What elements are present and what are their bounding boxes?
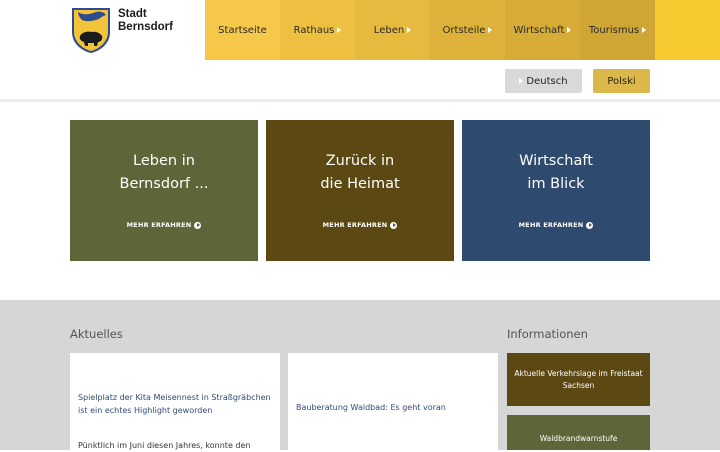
logo-line-2: Bernsdorf [118, 21, 173, 33]
news-card[interactable]: Bauberatung Waldbad: Es geht voran [288, 353, 498, 450]
tile-wirtschaft-im-blick[interactable]: Wirtschaft im Blick MEHR ERFAHREN [462, 120, 650, 261]
nav-item-rathaus[interactable]: Rathaus [280, 0, 355, 60]
site-logo-text: Stadt Bernsdorf [118, 8, 173, 34]
news-card-text: Pünktlich im Juni diesen Jahres, konnte … [78, 441, 251, 450]
tile-title: Leben in Bernsdorf ... [70, 150, 258, 196]
news-card[interactable]: Spielplatz der Kita Meisennest in Straßg… [70, 353, 280, 450]
tile-more-link[interactable]: MEHR ERFAHREN [266, 221, 454, 229]
nav-item-label: Startseite [218, 24, 267, 36]
language-label: Deutsch [526, 75, 568, 87]
tile-title-line-1: Zurück in [325, 153, 395, 169]
site-header: Stadt Bernsdorf Startseite Rathaus Leben… [0, 0, 720, 60]
arrow-circle-icon [194, 221, 202, 229]
nav-item-wirtschaft[interactable]: Wirtschaft [505, 0, 580, 60]
caret-right-icon [337, 27, 342, 33]
caret-right-icon [567, 27, 572, 33]
tile-leben-in-bernsdorf[interactable]: Leben in Bernsdorf ... MEHR ERFAHREN [70, 120, 258, 261]
nav-item-label: Wirtschaft [513, 24, 565, 36]
caret-right-icon [407, 27, 412, 33]
nav-item-tourismus[interactable]: Tourismus [580, 0, 655, 60]
info-link-waldbrandwarnstufe[interactable]: Waldbrandwarnstufe [507, 415, 650, 450]
language-label: Polski [607, 75, 636, 87]
tile-title-line-2: Bernsdorf ... [119, 176, 209, 192]
site-logo[interactable]: Stadt Bernsdorf [70, 6, 173, 54]
tile-more-label: MEHR ERFAHREN [518, 221, 584, 229]
nav-item-ortsteile[interactable]: Ortsteile [430, 0, 505, 60]
tile-more-label: MEHR ERFAHREN [322, 221, 388, 229]
nav-item-startseite[interactable]: Startseite [205, 0, 280, 60]
coat-of-arms-icon [72, 8, 110, 53]
language-button-polski[interactable]: Polski [593, 69, 650, 93]
info-link-label: Aktuelle Verkehrslage im Freistaat Sachs… [514, 368, 643, 390]
nav-item-label: Ortsteile [442, 24, 486, 36]
tile-more-link[interactable]: MEHR ERFAHREN [462, 221, 650, 229]
tile-more-link[interactable]: MEHR ERFAHREN [70, 221, 258, 229]
tile-title-line-1: Leben in [133, 153, 195, 169]
caret-right-icon [488, 27, 493, 33]
tile-title: Wirtschaft im Blick [462, 150, 650, 196]
tile-title-line-1: Wirtschaft [519, 153, 593, 169]
news-card-title[interactable]: Bauberatung Waldbad: Es geht voran [296, 401, 490, 414]
feature-tiles: Leben in Bernsdorf ... MEHR ERFAHREN Zur… [70, 120, 650, 261]
nav-item-label: Leben [373, 24, 405, 36]
tile-more-label: MEHR ERFAHREN [126, 221, 192, 229]
nav-item-label: Tourismus [588, 24, 640, 36]
info-link-verkehrslage[interactable]: Aktuelle Verkehrslage im Freistaat Sachs… [507, 353, 650, 406]
nav-filler [655, 0, 720, 60]
tile-zurueck-in-die-heimat[interactable]: Zurück in die Heimat MEHR ERFAHREN [266, 120, 454, 261]
nav-item-label: Rathaus [293, 24, 335, 36]
nav-item-leben[interactable]: Leben [355, 0, 430, 60]
tile-title-line-2: die Heimat [320, 176, 400, 192]
caret-right-icon [642, 27, 647, 33]
language-bar: Deutsch Polski [0, 60, 720, 102]
tile-title: Zurück in die Heimat [266, 150, 454, 196]
news-heading: Aktuelles [70, 327, 123, 341]
tile-title-line-2: im Blick [527, 176, 585, 192]
info-heading: Informationen [507, 327, 588, 341]
language-button-deutsch[interactable]: Deutsch [505, 69, 582, 93]
main-navigation: Startseite Rathaus Leben Ortsteile Wirts… [205, 0, 720, 60]
info-link-label: Waldbrandwarnstufe [539, 434, 618, 443]
arrow-circle-icon [390, 221, 398, 229]
arrow-circle-icon [586, 221, 594, 229]
caret-right-icon [519, 78, 524, 84]
logo-line-1: Stadt [118, 8, 147, 20]
news-card-title[interactable]: Spielplatz der Kita Meisennest in Straßg… [78, 391, 272, 417]
